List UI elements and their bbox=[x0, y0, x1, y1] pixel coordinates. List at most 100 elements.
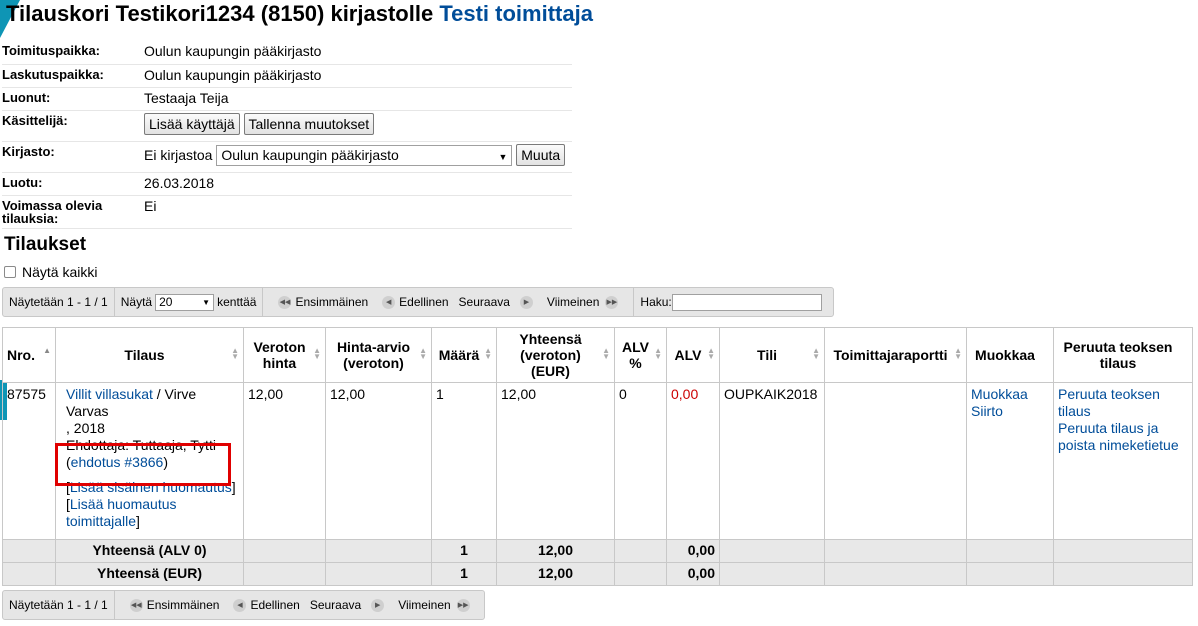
previous-page-button[interactable]: ◀ Edellinen bbox=[229, 598, 300, 612]
created-by-label: Luonut: bbox=[2, 87, 144, 111]
save-changes-button[interactable]: Tallenna muutokset bbox=[243, 112, 375, 135]
last-page-button[interactable]: Viimeinen ▶▶ bbox=[398, 598, 473, 612]
last-page-label: Viimeinen bbox=[546, 295, 600, 309]
col-order[interactable]: Tilaus ▲ ▼ bbox=[55, 327, 244, 383]
title-link[interactable]: Villit villasukat bbox=[66, 386, 153, 402]
modify-cell: Muokkaa Siirto bbox=[966, 382, 1054, 540]
library-label: Kirjasto: bbox=[2, 141, 144, 173]
add-user-button[interactable]: Lisää käyttäjä bbox=[144, 112, 240, 135]
quantity-cell: 1 bbox=[431, 382, 497, 540]
page-length-select[interactable]: 20 ▼ bbox=[155, 293, 215, 311]
last-page-button[interactable]: Viimeinen ▶▶ bbox=[547, 295, 622, 309]
change-library-button[interactable]: Muuta bbox=[516, 143, 566, 166]
totals-label: Yhteensä (ALV 0) bbox=[55, 539, 244, 563]
first-page-button[interactable]: ◀◀ Ensimmäinen bbox=[274, 295, 368, 309]
sort-icon: ▲ ▼ bbox=[812, 346, 820, 361]
col-price-label: Veroton hinta bbox=[253, 339, 306, 371]
col-quantity-label: Määrä bbox=[438, 347, 480, 363]
basket-info: Toimituspaikka: Oulun kaupungin pääkirjas… bbox=[2, 41, 572, 229]
estimate-cell: 12,00 bbox=[325, 382, 432, 540]
col-fund[interactable]: Tili ▲ ▼ bbox=[719, 327, 825, 383]
sort-icon: ▲ ▼ bbox=[602, 346, 610, 361]
fund-cell: OUPKAIK2018 bbox=[719, 382, 825, 540]
pager-nav: ◀◀ Ensimmäinen ◀ Edellinen Seuraava ▶ Viime… bbox=[115, 591, 485, 619]
orders-heading: Tilaukset bbox=[4, 234, 87, 255]
vat-cell: 0,00 bbox=[666, 382, 720, 540]
sort-icon: ▲ ▼ bbox=[419, 346, 427, 361]
sort-asc-icon: ▲ bbox=[43, 346, 51, 355]
col-fund-label: Tili bbox=[757, 347, 777, 363]
col-cancel: Peruuta teoksen tilaus bbox=[1053, 327, 1193, 383]
modify-link[interactable]: Muokkaa bbox=[971, 386, 1028, 402]
suggested-by: Ehdottaja: Tuttaaja, Tytti bbox=[66, 437, 216, 453]
dropdown-arrow-icon: ▼ bbox=[498, 152, 508, 163]
col-price[interactable]: Veroton hinta ▲ ▼ bbox=[243, 327, 326, 383]
totals-quantity: 1 bbox=[431, 539, 497, 563]
first-page-button[interactable]: ◀◀ Ensimmäinen bbox=[126, 598, 220, 612]
pager-nav: ◀◀ Ensimmäinen ◀ Edellinen Seuraava ▶ Viime… bbox=[263, 288, 635, 316]
cancel-and-delete-link[interactable]: Peruuta tilaus ja poista nimeketietue bbox=[1058, 420, 1179, 453]
standing-orders-label: Voimassa olevia tilauksia: bbox=[2, 195, 144, 229]
col-vat-pct[interactable]: ALV % ▲ ▼ bbox=[614, 327, 667, 383]
col-cancel-label: Peruuta teoksen tilaus bbox=[1063, 339, 1173, 371]
col-total-label: Yhteensä (veroton) (EUR) bbox=[519, 331, 582, 379]
totals-total: 12,00 bbox=[496, 562, 615, 586]
previous-page-button[interactable]: ◀ Edellinen bbox=[378, 295, 449, 309]
search-input[interactable] bbox=[671, 293, 822, 311]
vendor-link[interactable]: Testi toimittaja bbox=[439, 1, 593, 26]
col-vendor-report-label: Toimittajaraportti bbox=[833, 347, 948, 363]
totals-row: Yhteensä (EUR) 1 12,00 0,00 bbox=[2, 562, 1193, 586]
bottom-pager: Näytetään 1 - 1 / 1 ◀◀ Ensimmäinen ◀ Edell… bbox=[2, 590, 485, 620]
sort-icon: ▲ ▼ bbox=[484, 346, 492, 361]
col-quantity[interactable]: Määrä ▲ ▼ bbox=[431, 327, 497, 383]
vendor-report-cell bbox=[824, 382, 967, 540]
suggestion-link[interactable]: ehdotus #3866 bbox=[71, 454, 164, 470]
table-row: 87575 Villit villasukat / Virve Varvas ,… bbox=[2, 382, 1193, 540]
col-modify-label: Muokkaa bbox=[975, 347, 1035, 363]
first-page-label: Ensimmäinen bbox=[146, 598, 220, 612]
basket-title: Tilauskori Testikori1234 (8150) kirjasto… bbox=[6, 1, 434, 26]
sort-icon: ▲ ▼ bbox=[654, 346, 662, 361]
col-vat-label: ALV bbox=[674, 347, 702, 363]
show-all-toggle[interactable]: Näytä kaikki bbox=[4, 264, 97, 280]
next-page-icon: ▶ bbox=[519, 295, 533, 309]
created-label: Luotu: bbox=[2, 172, 144, 196]
next-page-button[interactable]: Seuraava ▶ bbox=[459, 295, 537, 309]
order-number: 87575 bbox=[2, 382, 56, 540]
totals-label: Yhteensä (EUR) bbox=[55, 562, 244, 586]
library-select-value: Oulun kaupungin pääkirjasto bbox=[221, 147, 399, 164]
col-vendor-report[interactable]: Toimittajaraportti ▲ ▼ bbox=[824, 327, 967, 383]
cancel-order-link[interactable]: Peruuta teoksen tilaus bbox=[1058, 386, 1160, 419]
col-nro-label: Nro. bbox=[7, 347, 35, 363]
sort-icon: ▲ ▼ bbox=[231, 346, 239, 361]
totals-vat: 0,00 bbox=[666, 562, 720, 586]
library-prefix: Ei kirjastoa bbox=[144, 146, 213, 163]
col-order-label: Tilaus bbox=[124, 347, 165, 363]
col-total[interactable]: Yhteensä (veroton) (EUR) ▲ ▼ bbox=[496, 327, 615, 383]
show-all-checkbox[interactable] bbox=[4, 266, 16, 278]
previous-page-icon: ◀ bbox=[233, 598, 247, 612]
add-internal-note-link[interactable]: Lisää sisäinen huomautus bbox=[70, 479, 232, 495]
next-page-label: Seuraava bbox=[309, 598, 362, 612]
sort-icon: ▲ ▼ bbox=[954, 346, 962, 361]
dropdown-arrow-icon: ▼ bbox=[202, 297, 211, 307]
created-value: 26.03.2018 bbox=[144, 172, 572, 196]
col-estimate[interactable]: Hinta-arvio (veroton) ▲ ▼ bbox=[325, 327, 432, 383]
sort-icon: ▲ ▼ bbox=[707, 346, 715, 361]
publication-year: , 2018 bbox=[66, 420, 105, 436]
totals-row: Yhteensä (ALV 0) 1 12,00 0,00 bbox=[2, 539, 1193, 563]
totals-total: 12,00 bbox=[496, 539, 615, 563]
next-page-button[interactable]: Seuraava ▶ bbox=[310, 598, 388, 612]
first-page-icon: ◀◀ bbox=[129, 598, 143, 612]
last-page-label: Viimeinen bbox=[398, 598, 451, 612]
add-vendor-note-link[interactable]: Lisää huomautus toimittajalle bbox=[66, 496, 177, 529]
col-nro[interactable]: Nro. ▲ bbox=[2, 327, 56, 383]
transfer-link[interactable]: Siirto bbox=[971, 403, 1003, 419]
orders-table: Nro. ▲ Tilaus ▲ ▼ Veroton hinta ▲ ▼ Hinta-arv… bbox=[2, 327, 1193, 586]
first-page-icon: ◀◀ bbox=[278, 295, 292, 309]
col-vat[interactable]: ALV ▲ ▼ bbox=[666, 327, 720, 383]
library-select[interactable]: Oulun kaupungin pääkirjasto ▼ bbox=[216, 145, 513, 167]
totals-vat: 0,00 bbox=[666, 539, 720, 563]
cancel-cell: Peruuta teoksen tilaus Peruuta tilaus ja … bbox=[1053, 382, 1193, 540]
first-page-label: Ensimmäinen bbox=[295, 295, 369, 309]
